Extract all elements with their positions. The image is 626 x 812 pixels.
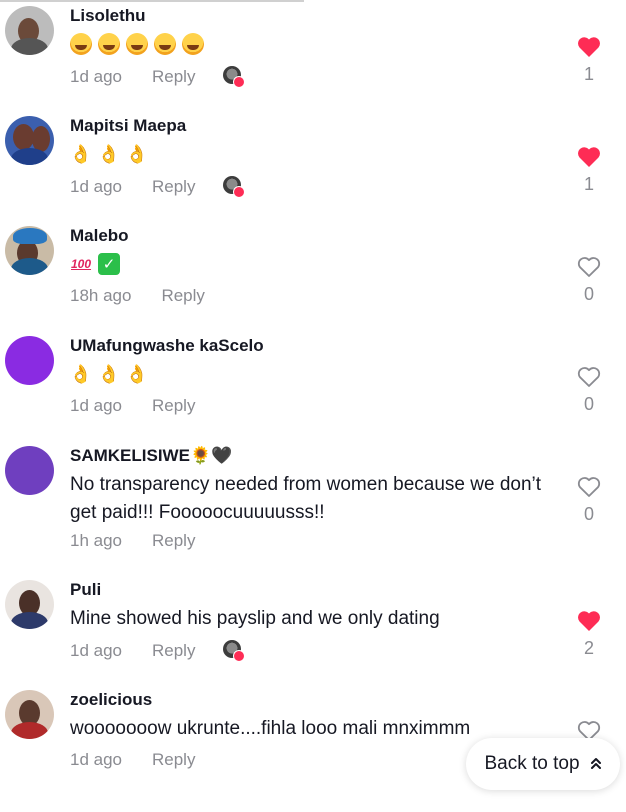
- comment-text: Mine showed his payslip and we only dati…: [70, 608, 440, 629]
- reply-button[interactable]: Reply: [152, 531, 195, 551]
- ok-hand-emoji-icon: 👌: [69, 143, 93, 164]
- comment-text: No transparency needed from women becaus…: [70, 474, 542, 523]
- creator-liked-badge: [223, 66, 246, 88]
- like-count: 0: [583, 394, 594, 414]
- comment-text: wooooooow ukrunte....fihla looo mali mnx…: [70, 718, 471, 739]
- laughing-emoji-icon: [182, 33, 204, 55]
- comment-emojis: 100 ✓: [70, 253, 120, 275]
- like-button[interactable]: 0: [574, 256, 604, 305]
- comment-emojis: 👌 👌 👌: [70, 143, 148, 165]
- like-button[interactable]: 0: [574, 476, 604, 525]
- comment-meta: 1d ago Reply: [70, 396, 195, 416]
- comment-username[interactable]: zoelicious: [70, 690, 152, 710]
- ok-hand-emoji-icon: 👌: [69, 363, 93, 384]
- comment-meta: 1d ago Reply: [70, 750, 195, 770]
- comment-username[interactable]: Malebo: [70, 226, 129, 246]
- heart-outline-icon[interactable]: [577, 366, 601, 388]
- heart-outline-icon[interactable]: [577, 476, 601, 498]
- like-count: 1: [583, 64, 594, 84]
- comment-username[interactable]: Lisolethu: [70, 6, 146, 26]
- hundred-points-emoji-icon: 100: [70, 257, 92, 271]
- double-chevron-up-icon: [590, 756, 602, 772]
- reply-button[interactable]: Reply: [152, 67, 195, 87]
- comment-emojis: 👌 👌 👌: [70, 363, 148, 385]
- comment-username[interactable]: Puli: [70, 580, 101, 600]
- creator-liked-badge: [223, 640, 246, 662]
- back-to-top-button[interactable]: Back to top: [466, 738, 620, 790]
- comment-meta: 18h ago Reply: [70, 286, 205, 306]
- heart-outline-icon[interactable]: [577, 256, 601, 278]
- like-button[interactable]: 2: [574, 610, 604, 659]
- like-button[interactable]: 1: [574, 146, 604, 195]
- back-to-top-label: Back to top: [484, 753, 580, 774]
- comment-emojis: [70, 33, 204, 55]
- heart-filled-icon[interactable]: [577, 36, 601, 58]
- scroll-edge-line: [0, 0, 304, 2]
- ok-hand-emoji-icon: 👌: [125, 363, 149, 384]
- laughing-emoji-icon: [154, 33, 176, 55]
- avatar[interactable]: [5, 336, 54, 385]
- like-count: 0: [583, 284, 594, 304]
- comment-meta: 1d ago Reply: [70, 176, 246, 198]
- reply-button[interactable]: Reply: [152, 177, 195, 197]
- like-count: 0: [583, 504, 594, 524]
- comment-time: 1d ago: [70, 750, 122, 769]
- avatar[interactable]: [5, 226, 54, 275]
- comment-time: 1d ago: [70, 641, 122, 660]
- check-mark-emoji-icon: ✓: [98, 253, 120, 275]
- comment-username[interactable]: Mapitsi Maepa: [70, 116, 186, 136]
- comment-username[interactable]: SAMKELISIWE🌻🖤: [70, 446, 232, 466]
- comment-meta: 1d ago Reply: [70, 640, 246, 662]
- laughing-emoji-icon: [70, 33, 92, 55]
- heart-filled-icon[interactable]: [577, 146, 601, 168]
- like-count: 1: [583, 174, 594, 194]
- avatar[interactable]: [5, 580, 54, 629]
- ok-hand-emoji-icon: 👌: [97, 143, 121, 164]
- comment-meta: 1d ago Reply: [70, 66, 246, 88]
- comment-meta: 1h ago Reply: [70, 531, 195, 551]
- comment-time: 1h ago: [70, 531, 122, 550]
- reply-button[interactable]: Reply: [152, 396, 195, 416]
- avatar[interactable]: [5, 6, 54, 55]
- ok-hand-emoji-icon: 👌: [97, 363, 121, 384]
- creator-liked-badge: [223, 176, 246, 198]
- comment-username[interactable]: UMafungwashe kaScelo: [70, 336, 264, 356]
- ok-hand-emoji-icon: 👌: [125, 143, 149, 164]
- comment-time: 18h ago: [70, 286, 132, 305]
- avatar[interactable]: [5, 116, 54, 165]
- reply-button[interactable]: Reply: [152, 641, 195, 661]
- comment-time: 1d ago: [70, 177, 122, 196]
- laughing-emoji-icon: [98, 33, 120, 55]
- like-button[interactable]: 1: [574, 36, 604, 85]
- like-button[interactable]: 0: [574, 366, 604, 415]
- heart-filled-icon[interactable]: [577, 610, 601, 632]
- like-count: 2: [583, 638, 594, 658]
- laughing-emoji-icon: [126, 33, 148, 55]
- comment-time: 1d ago: [70, 396, 122, 415]
- avatar[interactable]: [5, 690, 54, 739]
- reply-button[interactable]: Reply: [152, 750, 195, 770]
- comment-time: 1d ago: [70, 67, 122, 86]
- reply-button[interactable]: Reply: [161, 286, 204, 306]
- avatar[interactable]: [5, 446, 54, 495]
